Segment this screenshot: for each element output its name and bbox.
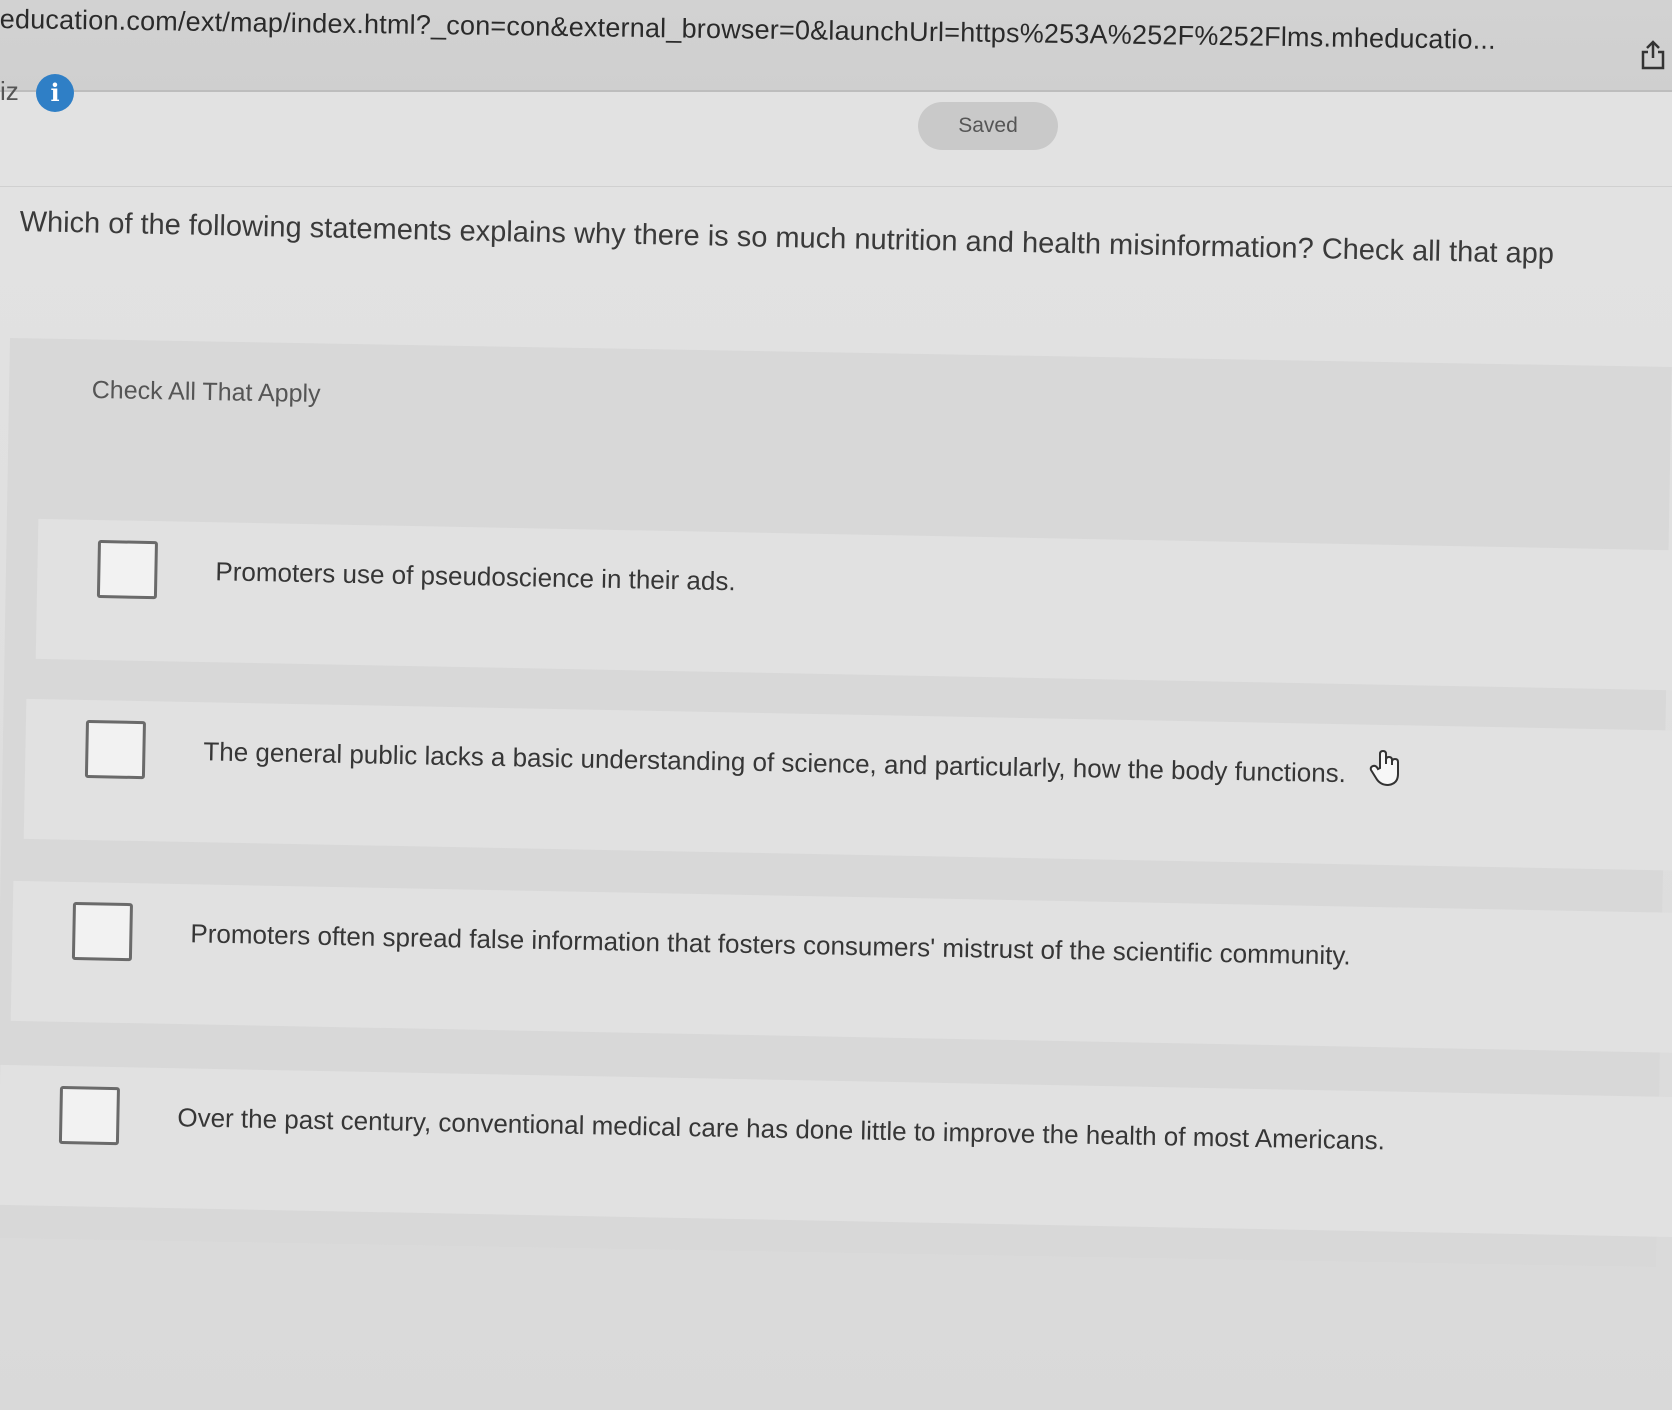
choice-checkbox[interactable] (58, 1086, 120, 1146)
question-text: Which of the following statements explai… (19, 206, 1555, 271)
share-icon[interactable] (1640, 40, 1666, 70)
quiz-page: education.com/ext/map/index.html?_con=co… (0, 0, 1672, 1410)
choice-checkbox[interactable] (96, 540, 158, 600)
check-all-instruction: Check All That Apply (91, 376, 321, 408)
browser-address-bar[interactable]: education.com/ext/map/index.html?_con=co… (0, 0, 1672, 92)
choice-item[interactable]: The general public lacks a basic underst… (23, 698, 1672, 872)
choice-item[interactable]: Promoters often spread false information… (10, 880, 1672, 1054)
saved-status-badge: Saved (918, 102, 1058, 150)
quiz-title-fragment: iz (0, 76, 19, 106)
choice-checkbox[interactable] (84, 720, 146, 780)
hand-pointer-icon (1369, 749, 1399, 787)
choice-item[interactable]: Promoters use of pseudoscience in their … (35, 518, 1672, 692)
header-divider (0, 186, 1672, 187)
url-text[interactable]: education.com/ext/map/index.html?_con=co… (0, 4, 1620, 58)
choice-checkbox[interactable] (71, 902, 133, 962)
choice-item[interactable]: Over the past century, conventional medi… (0, 1064, 1672, 1238)
info-icon[interactable]: i (36, 74, 74, 112)
